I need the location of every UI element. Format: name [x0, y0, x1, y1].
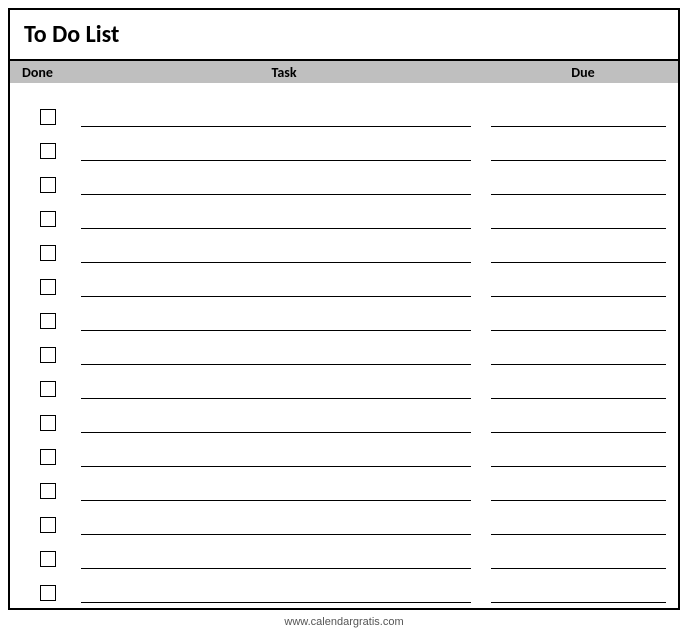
task-row — [10, 195, 678, 229]
task-row — [10, 569, 678, 603]
task-row — [10, 501, 678, 535]
footer-text: www.calendargratis.com — [8, 610, 680, 628]
done-checkbox[interactable] — [40, 449, 56, 465]
done-checkbox[interactable] — [40, 517, 56, 533]
task-row — [10, 365, 678, 399]
task-row — [10, 161, 678, 195]
due-field[interactable] — [491, 262, 666, 263]
task-field[interactable] — [81, 500, 471, 501]
task-row — [10, 331, 678, 365]
done-checkbox[interactable] — [40, 585, 56, 601]
task-field[interactable] — [81, 296, 471, 297]
done-checkbox[interactable] — [40, 551, 56, 567]
task-field[interactable] — [81, 262, 471, 263]
task-field[interactable] — [81, 398, 471, 399]
rows-container — [10, 83, 678, 603]
col-header-task: Task — [80, 64, 488, 81]
task-field[interactable] — [81, 228, 471, 229]
done-checkbox[interactable] — [40, 483, 56, 499]
done-checkbox[interactable] — [40, 211, 56, 227]
task-field[interactable] — [81, 160, 471, 161]
page-title: To Do List — [24, 20, 664, 49]
due-field[interactable] — [491, 296, 666, 297]
task-row — [10, 433, 678, 467]
done-checkbox[interactable] — [40, 177, 56, 193]
done-checkbox[interactable] — [40, 279, 56, 295]
due-field[interactable] — [491, 364, 666, 365]
due-field[interactable] — [491, 602, 666, 603]
due-field[interactable] — [491, 398, 666, 399]
due-field[interactable] — [491, 194, 666, 195]
task-field[interactable] — [81, 330, 471, 331]
done-checkbox[interactable] — [40, 381, 56, 397]
task-row — [10, 535, 678, 569]
task-row — [10, 467, 678, 501]
done-checkbox[interactable] — [40, 245, 56, 261]
due-field[interactable] — [491, 500, 666, 501]
done-checkbox[interactable] — [40, 347, 56, 363]
task-field[interactable] — [81, 194, 471, 195]
task-field[interactable] — [81, 534, 471, 535]
task-field[interactable] — [81, 466, 471, 467]
task-row — [10, 263, 678, 297]
due-field[interactable] — [491, 534, 666, 535]
task-row — [10, 399, 678, 433]
due-field[interactable] — [491, 466, 666, 467]
due-field[interactable] — [491, 432, 666, 433]
col-header-due: Due — [488, 64, 678, 81]
task-field[interactable] — [81, 602, 471, 603]
due-field[interactable] — [491, 568, 666, 569]
task-row — [10, 297, 678, 331]
task-field[interactable] — [81, 568, 471, 569]
task-row — [10, 127, 678, 161]
task-row — [10, 229, 678, 263]
done-checkbox[interactable] — [40, 109, 56, 125]
done-checkbox[interactable] — [40, 313, 56, 329]
due-field[interactable] — [491, 160, 666, 161]
header-row: Done Task Due — [10, 61, 678, 83]
task-field[interactable] — [81, 126, 471, 127]
done-checkbox[interactable] — [40, 143, 56, 159]
task-field[interactable] — [81, 364, 471, 365]
due-field[interactable] — [491, 228, 666, 229]
due-field[interactable] — [491, 330, 666, 331]
col-header-done: Done — [10, 64, 80, 81]
todo-frame: To Do List Done Task Due — [8, 8, 680, 610]
title-bar: To Do List — [10, 10, 678, 61]
due-field[interactable] — [491, 126, 666, 127]
task-field[interactable] — [81, 432, 471, 433]
task-row — [10, 93, 678, 127]
done-checkbox[interactable] — [40, 415, 56, 431]
